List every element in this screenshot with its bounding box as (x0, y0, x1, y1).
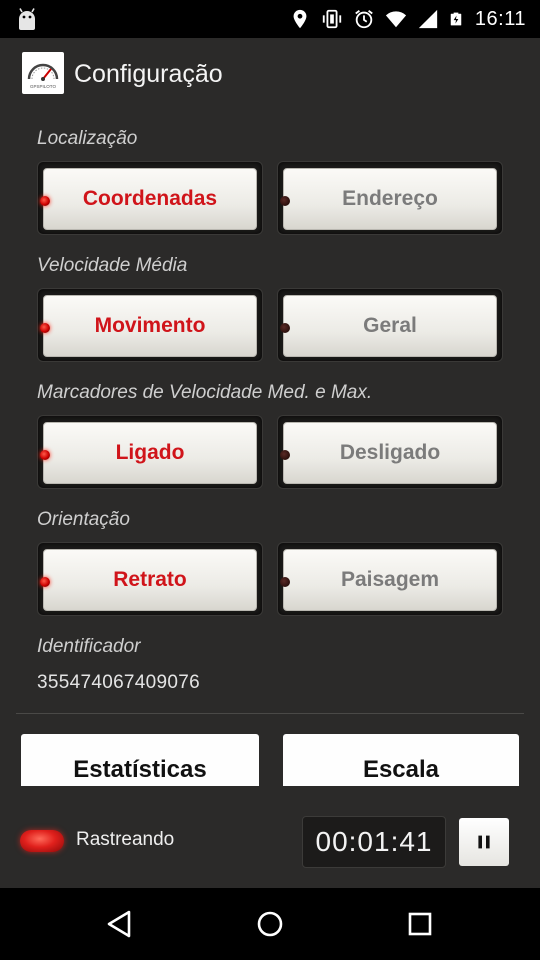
battery-charging-icon (450, 12, 462, 26)
desligado-label: Desligado (339, 441, 441, 464)
divider (16, 713, 524, 714)
alarm-icon (355, 10, 373, 29)
led-off-indicator (280, 323, 290, 333)
section-label-localizacao: Localização (37, 128, 138, 149)
statistics-label: Estatísticas (73, 756, 207, 783)
retrato-button[interactable]: Retrato (40, 549, 257, 611)
led-off-indicator (280, 196, 290, 206)
section-label-velocidade: Velocidade Média (37, 255, 188, 276)
geral-button[interactable]: Geral (280, 295, 497, 357)
led-on-indicator (40, 577, 50, 587)
desligado-button[interactable]: Desligado (280, 422, 497, 484)
paisagem-button[interactable]: Paisagem (280, 549, 497, 611)
led-off-indicator (280, 450, 290, 460)
identifier-value: 355474067409076 (37, 672, 201, 693)
statistics-button[interactable]: Estatísticas (21, 734, 259, 786)
status-bar: 16:11 (0, 0, 540, 38)
led-on-indicator (40, 450, 50, 460)
led-on-indicator (40, 196, 50, 206)
led-off-indicator (280, 577, 290, 587)
wifi-icon (385, 11, 407, 28)
status-time: 16:11 (474, 7, 526, 30)
navigation-bar (0, 888, 540, 960)
section-label-marcadores: Marcadores de Velocidade Med. e Max. (37, 382, 373, 403)
settings-content: Localização Coordenadas Endereço Velocid… (0, 112, 540, 786)
home-icon[interactable] (252, 906, 288, 942)
section-label-identificador: Identificador (37, 636, 141, 657)
app-logo: GPSPILOTO (22, 52, 64, 94)
frame-endereco: Endereço (277, 161, 503, 235)
scale-button[interactable]: Escala (283, 734, 519, 786)
led-on-indicator (40, 323, 50, 333)
endereco-button[interactable]: Endereço (280, 168, 497, 230)
pause-button[interactable] (459, 818, 509, 866)
signal-icon (418, 9, 438, 29)
ligado-button[interactable]: Ligado (40, 422, 257, 484)
frame-geral: Geral (277, 288, 503, 362)
movimento-label: Movimento (94, 314, 206, 337)
tracking-led-indicator (20, 830, 64, 852)
tracking-bar: Rastreando 00:01:41 (0, 786, 540, 888)
scale-label: Escala (362, 756, 440, 783)
section-label-orientacao: Orientação (37, 509, 130, 530)
app-logo-text: GPSPILOTO (30, 84, 56, 89)
page-title: Configuração (74, 60, 223, 88)
coordenadas-label: Coordenadas (82, 187, 218, 210)
frame-paisagem: Paisagem (277, 542, 503, 616)
frame-desligado: Desligado (277, 415, 503, 489)
ligado-label: Ligado (115, 441, 185, 464)
back-icon[interactable] (102, 906, 138, 942)
geral-label: Geral (363, 314, 417, 337)
retrato-label: Retrato (113, 568, 187, 591)
vibrate-icon (322, 9, 342, 29)
frame-coordenadas: Coordenadas (37, 161, 263, 235)
location-icon (293, 9, 307, 29)
recents-icon[interactable] (402, 906, 438, 942)
movimento-button[interactable]: Movimento (40, 295, 257, 357)
android-debug-icon (19, 8, 35, 30)
frame-retrato: Retrato (37, 542, 263, 616)
tracking-status-label: Rastreando (76, 829, 175, 850)
speedometer-icon: GPSPILOTO (27, 63, 59, 89)
app-bar: GPSPILOTO Configuração (0, 38, 540, 112)
endereco-label: Endereço (342, 187, 438, 210)
paisagem-label: Paisagem (340, 568, 440, 591)
coordenadas-button[interactable]: Coordenadas (40, 168, 257, 230)
frame-ligado: Ligado (37, 415, 263, 489)
tracking-timer: 00:01:41 (302, 816, 446, 868)
frame-movimento: Movimento (37, 288, 263, 362)
pause-icon (478, 835, 490, 849)
